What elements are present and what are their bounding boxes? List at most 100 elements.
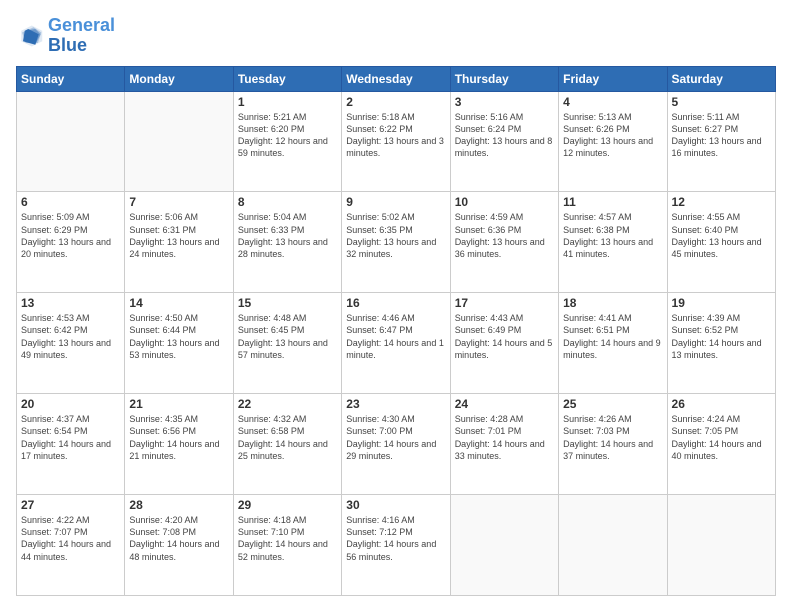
calendar-day-header: Saturday [667,66,775,91]
day-info: Sunrise: 4:50 AM Sunset: 6:44 PM Dayligh… [129,312,228,361]
day-info: Sunrise: 4:41 AM Sunset: 6:51 PM Dayligh… [563,312,662,361]
day-info: Sunrise: 4:28 AM Sunset: 7:01 PM Dayligh… [455,413,554,462]
day-info: Sunrise: 4:30 AM Sunset: 7:00 PM Dayligh… [346,413,445,462]
day-number: 20 [21,397,120,411]
calendar-cell: 2 Sunrise: 5:18 AM Sunset: 6:22 PM Daylig… [342,91,450,192]
day-info: Sunrise: 4:32 AM Sunset: 6:58 PM Dayligh… [238,413,337,462]
day-number: 28 [129,498,228,512]
calendar-header-row: SundayMondayTuesdayWednesdayThursdayFrid… [17,66,776,91]
day-number: 2 [346,95,445,109]
header: General Blue [16,16,776,56]
day-number: 22 [238,397,337,411]
day-number: 14 [129,296,228,310]
logo: General Blue [16,16,115,56]
calendar-cell: 23 Sunrise: 4:30 AM Sunset: 7:00 PM Dayli… [342,394,450,495]
calendar-cell [450,495,558,596]
calendar-cell: 9 Sunrise: 5:02 AM Sunset: 6:35 PM Daylig… [342,192,450,293]
day-info: Sunrise: 5:02 AM Sunset: 6:35 PM Dayligh… [346,211,445,260]
calendar-cell: 30Sunrise: 4:16 AM Sunset: 7:12 PM Dayli… [342,495,450,596]
calendar-day-header: Thursday [450,66,558,91]
calendar-cell: 24Sunrise: 4:28 AM Sunset: 7:01 PM Dayli… [450,394,558,495]
day-info: Sunrise: 5:18 AM Sunset: 6:22 PM Dayligh… [346,111,445,160]
calendar-day-header: Tuesday [233,66,341,91]
day-number: 7 [129,195,228,209]
calendar-cell [559,495,667,596]
day-number: 30 [346,498,445,512]
day-number: 27 [21,498,120,512]
day-info: Sunrise: 5:06 AM Sunset: 6:31 PM Dayligh… [129,211,228,260]
calendar-cell: 4 Sunrise: 5:13 AM Sunset: 6:26 PM Daylig… [559,91,667,192]
day-info: Sunrise: 4:26 AM Sunset: 7:03 PM Dayligh… [563,413,662,462]
calendar-cell: 17Sunrise: 4:43 AM Sunset: 6:49 PM Dayli… [450,293,558,394]
logo-text: General Blue [48,16,115,56]
calendar-day-header: Monday [125,66,233,91]
day-info: Sunrise: 5:04 AM Sunset: 6:33 PM Dayligh… [238,211,337,260]
day-number: 26 [672,397,771,411]
calendar-week-row: 1Sunrise: 5:21 AM Sunset: 6:20 PM Daylig… [17,91,776,192]
calendar-cell [667,495,775,596]
day-info: Sunrise: 4:46 AM Sunset: 6:47 PM Dayligh… [346,312,445,361]
day-number: 4 [563,95,662,109]
calendar-week-row: 6 Sunrise: 5:09 AM Sunset: 6:29 PM Daylig… [17,192,776,293]
calendar-table: SundayMondayTuesdayWednesdayThursdayFrid… [16,66,776,596]
calendar-day-header: Wednesday [342,66,450,91]
day-number: 16 [346,296,445,310]
calendar-cell: 27 Sunrise: 4:22 AM Sunset: 7:07 PM Dayli… [17,495,125,596]
calendar-cell: 11 Sunrise: 4:57 AM Sunset: 6:38 PM Dayli… [559,192,667,293]
calendar-day-header: Friday [559,66,667,91]
calendar-cell: 14 Sunrise: 4:50 AM Sunset: 6:44 PM Dayli… [125,293,233,394]
day-number: 21 [129,397,228,411]
calendar-cell: 6 Sunrise: 5:09 AM Sunset: 6:29 PM Daylig… [17,192,125,293]
day-info: Sunrise: 4:18 AM Sunset: 7:10 PM Dayligh… [238,514,337,563]
day-number: 9 [346,195,445,209]
day-number: 19 [672,296,771,310]
calendar-week-row: 20 Sunrise: 4:37 AM Sunset: 6:54 PM Dayli… [17,394,776,495]
day-number: 3 [455,95,554,109]
day-info: Sunrise: 4:37 AM Sunset: 6:54 PM Dayligh… [21,413,120,462]
logo-icon [16,22,44,50]
calendar-cell: 18Sunrise: 4:41 AM Sunset: 6:51 PM Dayli… [559,293,667,394]
day-info: Sunrise: 5:11 AM Sunset: 6:27 PM Dayligh… [672,111,771,160]
calendar-cell: 20 Sunrise: 4:37 AM Sunset: 6:54 PM Dayli… [17,394,125,495]
day-number: 13 [21,296,120,310]
day-info: Sunrise: 4:22 AM Sunset: 7:07 PM Dayligh… [21,514,120,563]
day-number: 17 [455,296,554,310]
calendar-cell: 5 Sunrise: 5:11 AM Sunset: 6:27 PM Daylig… [667,91,775,192]
day-info: Sunrise: 4:53 AM Sunset: 6:42 PM Dayligh… [21,312,120,361]
day-info: Sunrise: 4:20 AM Sunset: 7:08 PM Dayligh… [129,514,228,563]
calendar-cell: 1Sunrise: 5:21 AM Sunset: 6:20 PM Daylig… [233,91,341,192]
calendar-cell: 12Sunrise: 4:55 AM Sunset: 6:40 PM Dayli… [667,192,775,293]
day-info: Sunrise: 5:09 AM Sunset: 6:29 PM Dayligh… [21,211,120,260]
day-number: 29 [238,498,337,512]
day-number: 23 [346,397,445,411]
calendar-cell: 10Sunrise: 4:59 AM Sunset: 6:36 PM Dayli… [450,192,558,293]
day-number: 5 [672,95,771,109]
day-info: Sunrise: 4:55 AM Sunset: 6:40 PM Dayligh… [672,211,771,260]
day-number: 25 [563,397,662,411]
calendar-cell: 28 Sunrise: 4:20 AM Sunset: 7:08 PM Dayli… [125,495,233,596]
calendar-cell: 29 Sunrise: 4:18 AM Sunset: 7:10 PM Dayli… [233,495,341,596]
day-info: Sunrise: 4:39 AM Sunset: 6:52 PM Dayligh… [672,312,771,361]
calendar-cell: 22 Sunrise: 4:32 AM Sunset: 6:58 PM Dayli… [233,394,341,495]
calendar-cell: 19 Sunrise: 4:39 AM Sunset: 6:52 PM Dayli… [667,293,775,394]
day-number: 1 [238,95,337,109]
day-number: 6 [21,195,120,209]
day-info: Sunrise: 4:24 AM Sunset: 7:05 PM Dayligh… [672,413,771,462]
calendar-cell [17,91,125,192]
day-info: Sunrise: 4:57 AM Sunset: 6:38 PM Dayligh… [563,211,662,260]
calendar-cell: 3 Sunrise: 5:16 AM Sunset: 6:24 PM Daylig… [450,91,558,192]
day-number: 11 [563,195,662,209]
calendar-day-header: Sunday [17,66,125,91]
calendar-cell: 7 Sunrise: 5:06 AM Sunset: 6:31 PM Daylig… [125,192,233,293]
day-info: Sunrise: 5:16 AM Sunset: 6:24 PM Dayligh… [455,111,554,160]
calendar-cell: 8Sunrise: 5:04 AM Sunset: 6:33 PM Daylig… [233,192,341,293]
page: General Blue SundayMondayTuesdayWednesda… [0,0,792,612]
calendar-cell: 13 Sunrise: 4:53 AM Sunset: 6:42 PM Dayli… [17,293,125,394]
calendar-week-row: 27 Sunrise: 4:22 AM Sunset: 7:07 PM Dayli… [17,495,776,596]
calendar-cell: 21Sunrise: 4:35 AM Sunset: 6:56 PM Dayli… [125,394,233,495]
day-info: Sunrise: 5:13 AM Sunset: 6:26 PM Dayligh… [563,111,662,160]
day-info: Sunrise: 4:59 AM Sunset: 6:36 PM Dayligh… [455,211,554,260]
day-info: Sunrise: 4:48 AM Sunset: 6:45 PM Dayligh… [238,312,337,361]
calendar-cell [125,91,233,192]
day-number: 15 [238,296,337,310]
